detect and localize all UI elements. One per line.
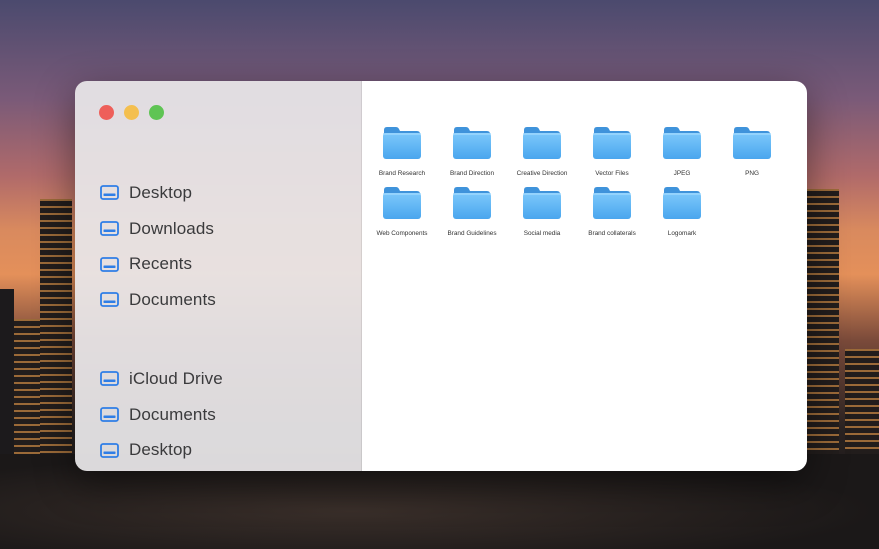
folder-label: PNG <box>745 170 759 177</box>
folder-item[interactable]: JPEG <box>647 125 717 177</box>
sidebar-item-icloud-desktop[interactable]: Desktop <box>100 432 223 468</box>
folder-icon <box>662 185 702 226</box>
sidebar-item-label: Recents <box>129 254 193 274</box>
folder-item[interactable]: Vector Files <box>577 125 647 177</box>
folder-label: Brand Guidelines <box>447 230 497 237</box>
drive-icon <box>100 442 119 458</box>
drive-icon <box>100 292 119 308</box>
folder-icon <box>662 125 702 166</box>
folder-label: Brand Direction <box>449 170 495 177</box>
sidebar-item-label: iCloud Drive <box>129 368 223 388</box>
sidebar-icloud: iCloud Drive Documents Desktop <box>100 361 223 468</box>
folder-item[interactable]: Web Components <box>367 185 437 237</box>
folder-item[interactable]: Logomark <box>647 185 717 237</box>
folder-icon <box>592 125 632 166</box>
folder-label: Creative Direction <box>516 170 568 177</box>
minimize-button[interactable] <box>124 105 139 120</box>
sidebar-item-label: Documents <box>129 404 216 424</box>
sidebar-item-recents[interactable]: Recents <box>100 246 216 282</box>
drive-icon <box>100 185 119 201</box>
folder-item[interactable]: Brand Direction <box>437 125 507 177</box>
sidebar-item-documents[interactable]: Documents <box>100 282 216 318</box>
drive-icon <box>100 221 119 236</box>
folder-label: Logomark <box>667 230 697 237</box>
sidebar-item-label: Desktop <box>129 182 193 202</box>
sidebar-item-label: Documents <box>129 289 216 309</box>
folder-label: JPEG <box>673 170 691 177</box>
folder-item[interactable]: Brand collaterals <box>577 185 647 237</box>
zoom-button[interactable] <box>149 105 164 120</box>
sidebar-item-label: Downloads <box>129 218 215 238</box>
folder-icon <box>452 125 492 166</box>
drive-icon <box>100 371 119 387</box>
folder-label: Vector Files <box>595 170 629 177</box>
sidebar: Desktop Downloads Recents Documents iClo… <box>75 81 362 471</box>
folder-icon <box>732 125 772 166</box>
folder-icon <box>592 185 632 226</box>
drive-icon <box>100 256 119 272</box>
folder-item[interactable]: Social media <box>507 185 577 237</box>
folder-item[interactable]: Brand Guidelines <box>437 185 507 237</box>
folder-label: Social media <box>523 230 561 237</box>
sidebar-item-icloud-drive[interactable]: iCloud Drive <box>100 361 223 397</box>
folder-icon <box>382 125 422 166</box>
sidebar-favorites: Desktop Downloads Recents Documents <box>100 175 216 318</box>
drive-icon <box>100 407 119 422</box>
sidebar-item-desktop[interactable]: Desktop <box>100 175 216 211</box>
sidebar-item-label: Desktop <box>129 440 193 460</box>
folder-label: Brand Research <box>378 170 426 177</box>
folder-icon <box>452 185 492 226</box>
sidebar-item-icloud-documents[interactable]: Documents <box>100 397 223 433</box>
traffic-lights <box>99 105 164 120</box>
folder-icon <box>522 125 562 166</box>
folder-grid: Brand Research Brand Direction Creative Di… <box>367 125 787 237</box>
folder-item[interactable]: PNG <box>717 125 787 177</box>
folder-item[interactable]: Creative Direction <box>507 125 577 177</box>
folder-label: Brand collaterals <box>588 230 636 237</box>
folder-icon <box>382 185 422 226</box>
close-button[interactable] <box>99 105 114 120</box>
folder-item[interactable]: Brand Research <box>367 125 437 177</box>
folder-label: Web Components <box>376 230 428 237</box>
sidebar-item-downloads[interactable]: Downloads <box>100 211 216 247</box>
folder-icon <box>522 185 562 226</box>
